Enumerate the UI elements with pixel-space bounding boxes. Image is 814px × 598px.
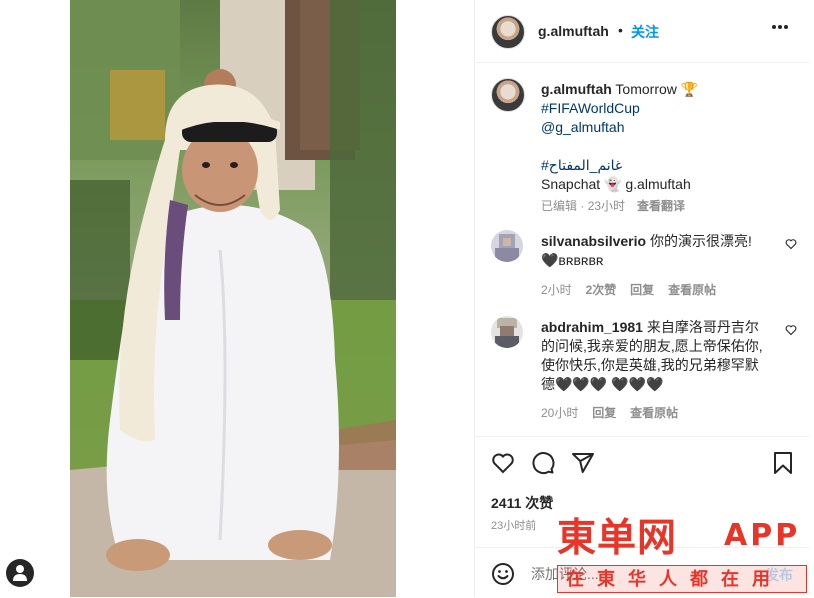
edited-label: 已编辑 — [541, 199, 578, 213]
reply-button[interactable]: 回复 — [630, 283, 654, 297]
comment-time[interactable]: 20小时 — [541, 406, 578, 420]
commenter-avatar[interactable] — [491, 316, 523, 348]
commenter-avatar[interactable] — [491, 230, 523, 262]
separator-dot: • — [618, 22, 623, 38]
comment-like-heart-icon[interactable] — [785, 238, 797, 250]
bookmark-icon[interactable] — [773, 451, 793, 475]
hashtag-link[interactable]: #FIFAWorldCup — [541, 99, 791, 118]
posted-time[interactable]: 23小时前 — [491, 517, 536, 533]
share-icon[interactable] — [571, 451, 595, 475]
post-photo[interactable] — [70, 0, 396, 597]
see-original-link[interactable]: 查看原帖 — [630, 406, 678, 420]
reply-button[interactable]: 回复 — [592, 406, 616, 420]
blurred-avatar-image — [491, 230, 523, 262]
caption-text: Tomorrow 🏆 — [611, 81, 699, 97]
see-translation-link[interactable]: 查看翻译 — [637, 199, 685, 213]
author-avatar[interactable] — [491, 15, 525, 49]
post-comment-button[interactable]: 发布 — [765, 565, 793, 585]
comment-time[interactable]: 2小时 — [541, 283, 572, 297]
arabic-hashtag-link[interactable]: #غانم_المفتاح — [541, 156, 791, 175]
caption-username[interactable]: g.almuftah — [541, 81, 612, 97]
author-username[interactable]: g.almuftah — [538, 23, 609, 39]
post-media — [0, 0, 474, 597]
photo-scene — [70, 0, 396, 597]
comment-username[interactable]: silvanabsilverio — [541, 233, 646, 249]
more-horizontal-icon[interactable] — [771, 24, 789, 30]
post-actions: 2411 次赞 23小时前 — [475, 436, 809, 548]
comment-icon[interactable] — [531, 451, 555, 475]
blurred-avatar-image — [491, 316, 523, 348]
caption-time[interactable]: 23小时 — [588, 199, 625, 213]
account-icon[interactable] — [6, 559, 34, 587]
comment-username[interactable]: abdrahim_1981 — [541, 319, 643, 335]
comment-text: 你的演示很漂亮! — [646, 233, 752, 249]
post-header: g.almuftah • 关注 — [475, 0, 809, 63]
follow-button[interactable]: 关注 — [631, 22, 659, 42]
comment-like-heart-icon[interactable] — [785, 324, 797, 336]
see-original-link[interactable]: 查看原帖 — [668, 283, 716, 297]
mention-link[interactable]: @g_almuftah — [541, 118, 791, 137]
snapchat-text: Snapchat 👻 g.almuftah — [541, 176, 691, 192]
emoji-icon[interactable] — [491, 562, 515, 586]
likes-count[interactable]: 2411 次赞 — [491, 493, 553, 513]
caption-author-avatar[interactable] — [491, 78, 525, 112]
heart-icon[interactable] — [491, 451, 515, 475]
meta-dot: · — [577, 199, 588, 213]
add-comment-bar: 发布 — [475, 547, 809, 598]
comment-input[interactable] — [529, 563, 753, 585]
person-icon — [13, 565, 27, 581]
comment-text-line2: 🖤ʙʀʙʀʙʀ — [541, 252, 604, 268]
comment-likes-link[interactable]: 2次赞 — [586, 283, 617, 297]
post-panel: g.almuftah • 关注 g.almuftah Tomorrow 🏆 #F… — [474, 0, 809, 597]
